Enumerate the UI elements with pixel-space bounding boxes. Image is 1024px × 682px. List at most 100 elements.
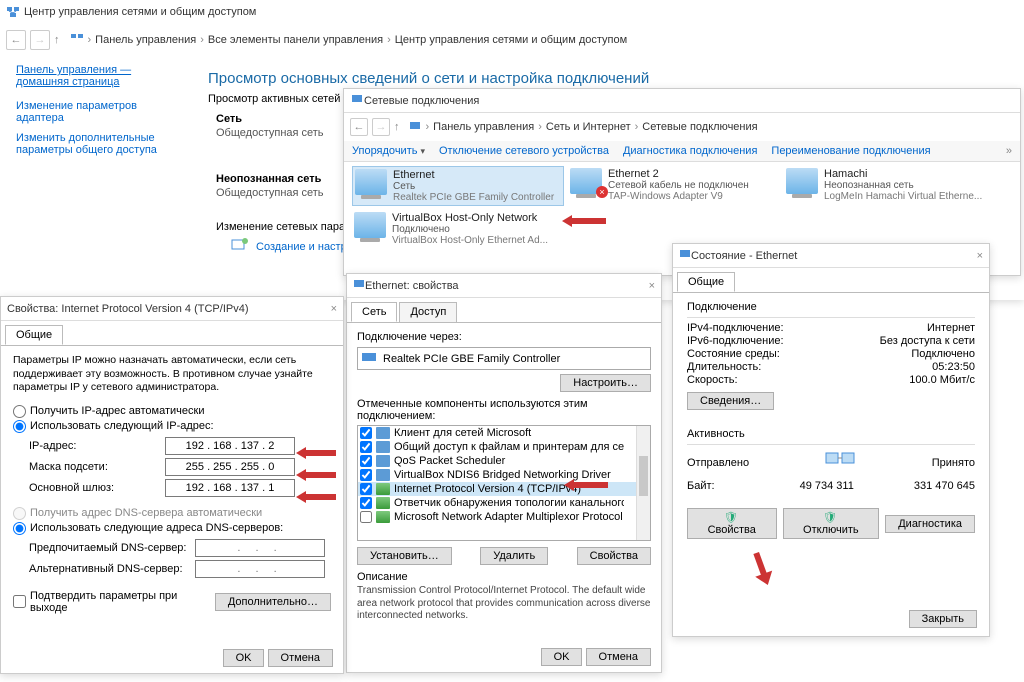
service-icon <box>376 441 390 453</box>
component-item[interactable]: Клиент для сетей Microsoft <box>358 426 650 440</box>
shield-icon: 🛡 <box>823 512 837 524</box>
remove-button[interactable]: Удалить <box>480 547 548 565</box>
window-title: Свойства: Internet Protocol Version 4 (T… <box>7 303 249 315</box>
service-icon <box>376 455 390 467</box>
gateway-input[interactable]: 192 . 168 . 137 . 1 <box>165 479 295 497</box>
ethernet-icon <box>353 278 365 293</box>
connection-item[interactable]: × Ethernet 2 Сетевой кабель не подключен… <box>568 166 780 206</box>
breadcrumb-item[interactable]: Сеть и Интернет <box>546 121 631 133</box>
x-icon: × <box>596 186 608 198</box>
window-title: Сетевые подключения <box>364 95 479 107</box>
configure-button[interactable]: Настроить… <box>560 374 651 392</box>
alternate-dns-input[interactable]: . . . <box>195 560 325 578</box>
connect-via-label: Подключение через: <box>357 331 651 343</box>
activity-icon <box>822 449 858 476</box>
connection-heading: Подключение <box>687 301 975 313</box>
tab-access[interactable]: Доступ <box>399 302 457 322</box>
ethernet-icon <box>786 168 818 194</box>
ethernet-icon <box>354 212 386 238</box>
details-button[interactable]: Сведения… <box>687 392 774 410</box>
component-item[interactable]: Общий доступ к файлам и принтерам для се… <box>358 440 650 454</box>
ethernet-icon <box>355 169 387 195</box>
client-icon <box>376 427 390 439</box>
connection-item[interactable]: Ethernet Сеть Realtek PCIe GBE Family Co… <box>352 166 564 206</box>
description-heading: Описание <box>357 571 651 583</box>
preferred-dns-input[interactable]: . . . <box>195 539 325 557</box>
window-title: Ethernet: свойства <box>365 280 459 292</box>
forward-icon[interactable]: → <box>372 118 390 136</box>
shield-icon: 🛡 <box>724 512 738 524</box>
close-icon[interactable]: × <box>331 303 337 315</box>
window-title: Состояние - Ethernet <box>691 250 797 262</box>
breadcrumb-item[interactable]: Панель управления <box>95 34 196 46</box>
ok-button[interactable]: OK <box>541 648 583 666</box>
network-center-icon <box>70 32 84 49</box>
tab-general[interactable]: Общие <box>5 325 63 345</box>
properties-button[interactable]: Свойства <box>577 547 651 565</box>
subnet-mask-input[interactable]: 255 . 255 . 255 . 0 <box>165 458 295 476</box>
auto-ip-radio[interactable] <box>13 405 26 418</box>
protocol-icon <box>376 511 390 523</box>
component-item[interactable]: Microsoft Network Adapter Multiplexor Pr… <box>358 510 650 524</box>
bytes-received: 331 470 645 <box>914 480 975 492</box>
network-connections-icon <box>408 119 422 136</box>
up-icon[interactable]: ↑ <box>54 34 60 46</box>
description-text: Transmission Control Protocol/Internet P… <box>357 585 651 623</box>
forward-icon[interactable]: → <box>30 30 50 50</box>
auto-dns-radio <box>13 507 26 520</box>
back-icon[interactable]: ← <box>350 118 368 136</box>
adapter-icon <box>361 351 377 366</box>
tab-general[interactable]: Общие <box>677 272 735 292</box>
ethernet-icon <box>679 248 691 263</box>
close-icon[interactable]: × <box>649 280 655 292</box>
rename-button[interactable]: Переименование подключения <box>771 145 930 157</box>
components-heading: Отмеченные компоненты используются этим … <box>357 398 651 422</box>
advanced-button[interactable]: Дополнительно… <box>215 593 331 611</box>
connection-item[interactable]: VirtualBox Host-Only Network Подключено … <box>352 210 564 248</box>
diagnose-button[interactable]: Диагностика <box>885 515 975 533</box>
sidebar-adapter[interactable]: Изменение параметров адаптера <box>16 100 184 124</box>
ethernet-icon: × <box>570 168 602 194</box>
note-text: Параметры IP можно назначать автоматичес… <box>13 354 331 395</box>
cancel-button[interactable]: Отмена <box>586 648 651 666</box>
close-button[interactable]: Закрыть <box>909 610 977 628</box>
breadcrumb-item[interactable]: Центр управления сетями и общим доступом <box>395 34 627 46</box>
ip-address-input[interactable]: 192 . 168 . 137 . 2 <box>165 437 295 455</box>
protocol-icon <box>376 497 390 509</box>
adapter-name: Realtek PCIe GBE Family Controller <box>383 353 560 365</box>
back-icon[interactable]: ← <box>6 30 26 50</box>
window-title: Центр управления сетями и общим доступом <box>24 6 256 18</box>
connection-item[interactable]: Hamachi Неопознанная сеть LogMeIn Hamach… <box>784 166 996 206</box>
breadcrumb-item[interactable]: Все элементы панели управления <box>208 34 383 46</box>
organize-menu[interactable]: Упорядочить <box>352 145 425 157</box>
network-center-icon <box>6 5 20 19</box>
install-button[interactable]: Установить… <box>357 547 452 565</box>
validate-checkbox[interactable] <box>13 595 26 608</box>
scrollbar[interactable] <box>636 426 650 540</box>
sent-label: Отправлено <box>687 457 749 469</box>
diagnose-button[interactable]: Диагностика подключения <box>623 145 757 157</box>
sidebar-sharing[interactable]: Изменить дополнительные параметры общего… <box>16 132 184 156</box>
component-item[interactable]: Ответчик обнаружения топологии канальног… <box>358 496 650 510</box>
received-label: Принято <box>932 457 975 469</box>
activity-heading: Активность <box>687 428 975 440</box>
bytes-sent: 49 734 311 <box>800 480 854 492</box>
cancel-button[interactable]: Отмена <box>268 649 333 667</box>
new-connection-icon <box>230 237 250 256</box>
protocol-icon <box>376 483 390 495</box>
manual-ip-radio[interactable] <box>13 420 26 433</box>
close-icon[interactable]: × <box>977 250 983 262</box>
network-connections-icon <box>350 92 364 109</box>
breadcrumb-item[interactable]: Панель управления <box>433 121 534 133</box>
properties-button[interactable]: 🛡Свойства <box>687 508 777 539</box>
disable-device-button[interactable]: Отключение сетевого устройства <box>439 145 609 157</box>
component-item[interactable]: QoS Packet Scheduler <box>358 454 650 468</box>
sidebar-home[interactable]: Панель управления — домашняя страница <box>16 64 184 88</box>
breadcrumb-item[interactable]: Сетевые подключения <box>642 121 757 133</box>
manual-dns-radio[interactable] <box>13 522 26 535</box>
page-title: Просмотр основных сведений о сети и наст… <box>208 70 1008 87</box>
disable-button[interactable]: 🛡Отключить <box>783 508 880 539</box>
tab-network[interactable]: Сеть <box>351 302 397 322</box>
service-icon <box>376 469 390 481</box>
ok-button[interactable]: OK <box>223 649 265 667</box>
